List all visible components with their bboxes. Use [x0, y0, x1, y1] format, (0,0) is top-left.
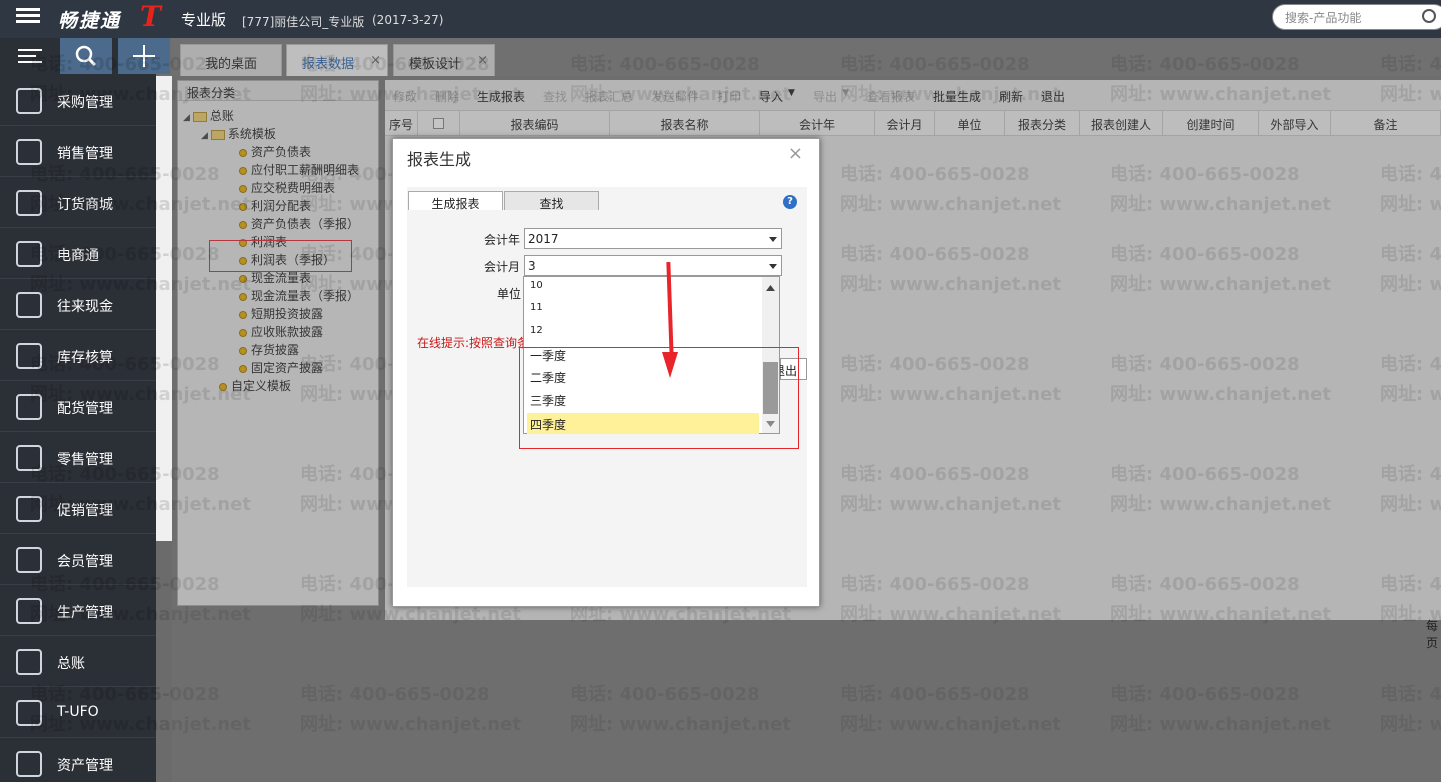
app-logo: 畅捷通 [58, 10, 122, 32]
online-hint: 在线提示:按照查询条 [417, 336, 530, 350]
sidebar-item-label: 零售管理 [57, 452, 113, 468]
dropdown-option[interactable]: 10 [530, 280, 543, 291]
sidebar-item[interactable]: 资产管理 [0, 739, 156, 782]
search-icon[interactable] [1422, 9, 1436, 23]
sidebar-item[interactable]: 订货商城 [0, 178, 156, 228]
month-value: 3 [528, 259, 536, 273]
sidebar-item[interactable]: 往来现金 [0, 280, 156, 330]
search-placeholder: 搜索-产品功能 [1285, 11, 1362, 25]
tab-generate[interactable]: 生成报表 [408, 191, 503, 211]
ledger-icon [16, 649, 42, 675]
gears-icon [16, 598, 42, 624]
sidebar-item-label: 配货管理 [57, 401, 113, 417]
chevron-down-icon[interactable] [769, 264, 777, 269]
page-size-label: 每页 [1426, 619, 1439, 650]
sidebar-item[interactable]: T-UFO [0, 688, 156, 738]
dropdown-option[interactable]: 12 [530, 325, 543, 336]
year-select[interactable]: 2017 [524, 228, 782, 249]
sidebar-item[interactable]: 库存核算 [0, 331, 156, 381]
sidebar-item-label: 库存核算 [57, 350, 113, 366]
search-input[interactable]: 搜索-产品功能 [1272, 4, 1441, 30]
month-select[interactable]: 3 [524, 255, 782, 276]
highlight-box [519, 347, 799, 449]
ecommerce-icon [16, 241, 42, 267]
sidebar-item[interactable]: 零售管理 [0, 433, 156, 483]
unit-label: 单位 [497, 287, 522, 301]
menu-icon[interactable] [10, 6, 44, 30]
company-name: [777]丽佳公司_专业版 [242, 15, 365, 29]
add-menu-button[interactable] [118, 38, 170, 74]
sidebar-item[interactable]: 采购管理 [0, 76, 156, 126]
search-menu-button[interactable] [60, 38, 112, 74]
login-date: (2017-3-27) [372, 13, 444, 27]
help-icon[interactable]: ? [783, 195, 797, 209]
tab-find[interactable]: 查找 [504, 191, 599, 211]
sidebar-item-label: 生产管理 [57, 605, 113, 621]
warehouse-icon [16, 343, 42, 369]
dropdown-option[interactable]: 11 [530, 302, 543, 313]
list-icon [18, 49, 42, 63]
sidebar-item-label: T-UFO [57, 704, 99, 720]
cart-icon [16, 88, 42, 114]
sidebar-scrollbar[interactable] [156, 76, 172, 782]
sidebar-item-label: 促销管理 [57, 503, 113, 519]
sidebar-item[interactable]: 促销管理 [0, 484, 156, 534]
asset-icon [16, 751, 42, 777]
sidebar-item-label: 订货商城 [57, 197, 113, 213]
truck-icon [16, 394, 42, 420]
dialog-title: 报表生成 [407, 150, 472, 169]
tie-icon [16, 547, 42, 573]
ufo-icon [16, 700, 42, 726]
year-label: 会计年 [484, 233, 521, 247]
collapse-menu-button[interactable] [4, 38, 56, 74]
edition-label: 专业版 [181, 11, 227, 29]
sidebar-item-label: 电商通 [57, 248, 99, 264]
logo-mark: T [140, 0, 161, 33]
year-value: 2017 [528, 232, 559, 246]
sidebar-item[interactable]: 配货管理 [0, 382, 156, 432]
tab-label: 生成报表 [431, 197, 480, 211]
sidebar-item-label: 往来现金 [57, 299, 113, 315]
tab-label: 查找 [539, 197, 564, 211]
shopping-cart-icon [16, 190, 42, 216]
chevron-down-icon[interactable] [769, 237, 777, 242]
sidebar-item-label: 总账 [57, 656, 85, 672]
sidebar-item[interactable]: 总账 [0, 637, 156, 687]
sidebar-item[interactable]: 会员管理 [0, 535, 156, 585]
plus-icon [133, 45, 155, 67]
megaphone-icon [16, 496, 42, 522]
arrow-head-icon [662, 352, 678, 378]
close-icon[interactable]: × [788, 143, 803, 164]
sidebar-item[interactable]: 销售管理 [0, 127, 156, 177]
month-label: 会计月 [484, 260, 521, 274]
sidebar-item-label: 采购管理 [57, 95, 113, 111]
dollar-icon [16, 292, 42, 318]
magnifier-icon [75, 45, 97, 67]
sidebar-item-label: 资产管理 [57, 758, 113, 774]
sidebar-scroll-thumb[interactable] [156, 541, 172, 782]
sidebar-item[interactable]: 生产管理 [0, 586, 156, 636]
chart-icon [16, 139, 42, 165]
sidebar-item-label: 销售管理 [57, 146, 113, 162]
sidebar-item-label: 会员管理 [57, 554, 113, 570]
retail-icon [16, 445, 42, 471]
sidebar-item[interactable]: 电商通 [0, 229, 156, 279]
